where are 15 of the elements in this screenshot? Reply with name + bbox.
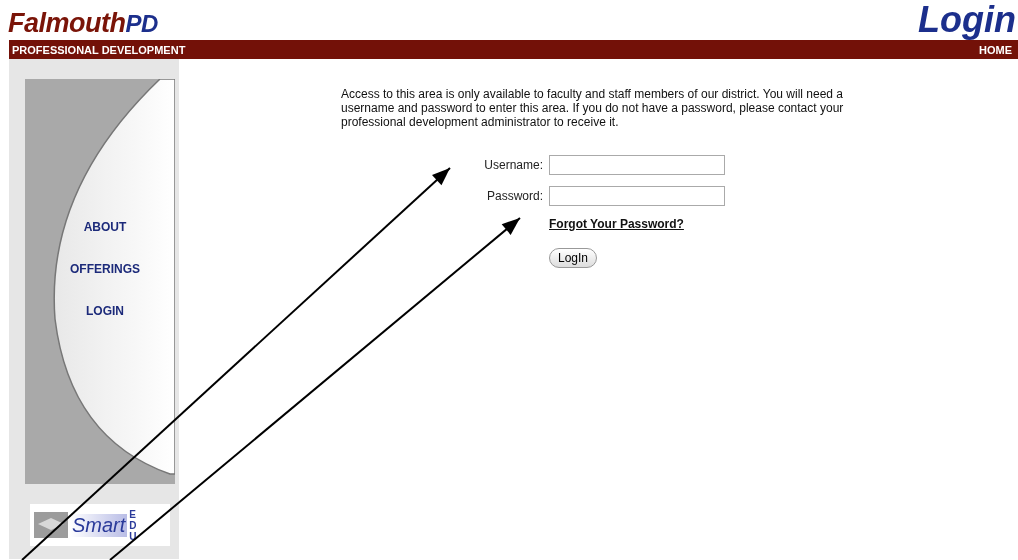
login-button[interactable]: LogIn — [549, 248, 598, 268]
home-link[interactable]: HOME — [979, 43, 1012, 56]
sidebar-link[interactable]: OFFERINGS — [70, 262, 140, 277]
input-field[interactable] — [549, 186, 725, 206]
forgot-password-link[interactable]: Forgot Your Password? — [549, 217, 684, 231]
intro-text: Access to this area is only available to faculty and staff members of our district. You will need a username and password to enter this area. If you do not have a password, please contact your professional development administrator to receive it. — [341, 87, 845, 129]
sidebar-link[interactable]: ABOUT — [83, 220, 127, 235]
site-logo: FalmouthPD — [8, 7, 158, 40]
input-field[interactable] — [549, 155, 725, 175]
section-title: PROFESSIONAL DEVELOPMENT — [12, 43, 186, 56]
field-label: Password: — [485, 189, 543, 203]
page-title: Login — [918, 0, 1017, 40]
field-label: Username: — [483, 158, 543, 172]
graduation-cap-icon — [34, 512, 68, 538]
sidebar-link[interactable]: LOGIN — [86, 304, 124, 319]
